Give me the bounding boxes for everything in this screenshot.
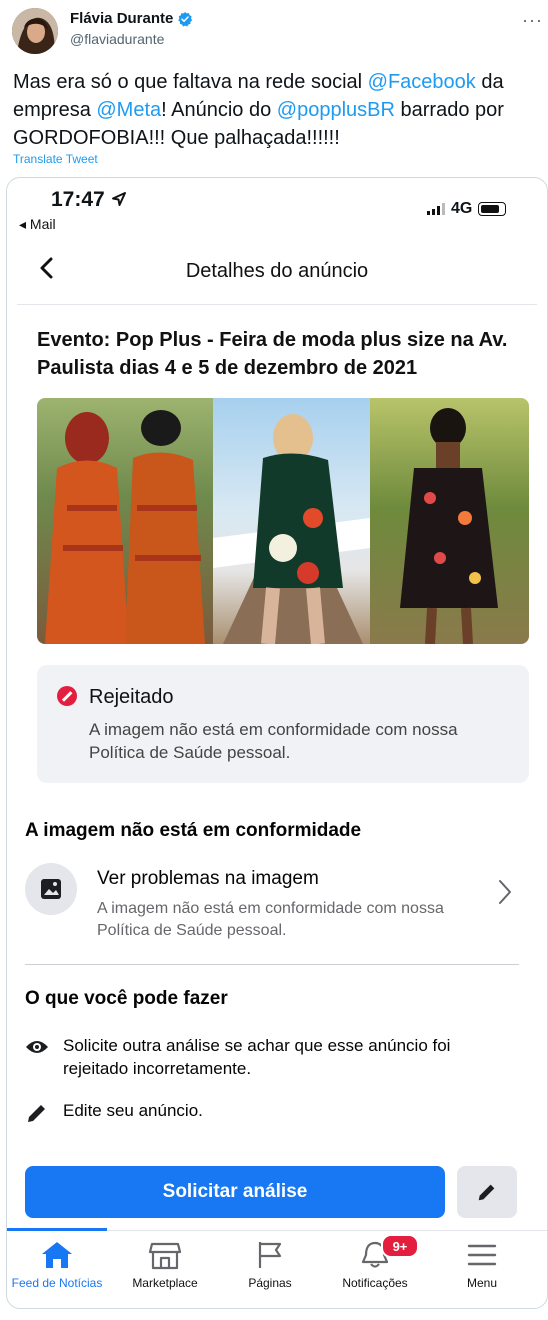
mention-facebook[interactable]: @Facebook (368, 71, 476, 93)
action-edit-ad-text: Edite seu anúncio. (63, 1101, 203, 1120)
ad-photo-two-women-orange-dresses (37, 398, 213, 644)
tweet-text-part: ! Anúncio do (161, 99, 277, 121)
tweet-text-part: Mas era só o que faltava na rede social (13, 71, 368, 93)
back-to-mail-link[interactable]: ◂ Mail (19, 216, 56, 233)
flag-icon (258, 1242, 282, 1268)
hamburger-menu-icon (467, 1244, 497, 1266)
avatar-image (12, 8, 58, 54)
ad-image-collage[interactable] (37, 398, 529, 644)
more-options-icon[interactable]: ··· (522, 10, 543, 31)
active-tab-indicator (7, 1228, 107, 1231)
ad-title: Evento: Pop Plus - Feira de moda plus si… (37, 329, 508, 379)
signal-bars-icon (427, 203, 445, 215)
battery-icon (478, 202, 507, 216)
status-indicators: 4G (427, 200, 507, 218)
image-issue-icon (25, 863, 77, 915)
tweet-attached-image[interactable]: 17:47 ◂ Mail 4G Detalhes do anúncio Even… (6, 177, 548, 1309)
action-request-review-text: Solicite outra análise se achar que esse… (63, 1036, 451, 1078)
ad-photo-woman-floral-dress (213, 398, 370, 644)
ad-photo-woman-dark-floral-dress (370, 398, 529, 644)
nav-pages-label: Páginas (248, 1276, 292, 1290)
mention-meta[interactable]: @Meta (96, 99, 161, 121)
rejection-message: A imagem não está em conformidade com no… (89, 720, 458, 762)
author-name-row[interactable]: Flávia Durante (70, 10, 193, 27)
nav-menu-label: Menu (466, 1276, 498, 1290)
request-review-button[interactable]: Solicitar análise (25, 1166, 445, 1218)
chevron-right-icon[interactable] (497, 878, 513, 911)
pencil-icon (25, 1101, 49, 1130)
author-handle[interactable]: @flaviadurante (70, 31, 164, 47)
nav-marketplace[interactable]: Marketplace (115, 1240, 215, 1290)
edit-ad-button[interactable] (457, 1166, 517, 1218)
translate-tweet-link[interactable]: Translate Tweet (13, 152, 98, 166)
network-type: 4G (451, 200, 473, 217)
eye-icon (25, 1038, 49, 1061)
nav-feed-label: Feed de Notícias (11, 1276, 103, 1290)
home-icon (42, 1242, 72, 1268)
header-divider (17, 304, 537, 305)
section-divider (25, 964, 519, 965)
status-time-text: 17:47 (51, 188, 105, 211)
tweet-text: Mas era só o que faltava na rede social … (13, 68, 543, 152)
author-name[interactable]: Flávia Durante (70, 10, 173, 27)
location-arrow-icon (111, 192, 126, 206)
actions-section-title: O que você pode fazer (25, 988, 228, 1009)
nav-menu[interactable]: Menu (432, 1240, 532, 1290)
status-time: 17:47 (51, 188, 127, 212)
store-icon (148, 1242, 182, 1270)
rejected-status-icon (57, 686, 77, 706)
nav-marketplace-label: Marketplace (132, 1276, 198, 1290)
issue-section-title: A imagem não está em conformidade (25, 820, 362, 841)
rejection-status: Rejeitado (89, 686, 174, 708)
author-avatar[interactable] (12, 8, 58, 54)
pencil-icon (478, 1184, 495, 1201)
nav-pages[interactable]: Páginas (220, 1240, 320, 1290)
verified-badge-icon (178, 11, 193, 26)
notifications-badge: 9+ (381, 1234, 419, 1258)
view-image-problems-desc: A imagem não está em conformidade com no… (97, 900, 444, 939)
page-title: Detalhes do anúncio (185, 260, 369, 282)
view-image-problems-title[interactable]: Ver problemas na imagem (97, 868, 319, 890)
nav-notifications-label: Notificações (342, 1276, 408, 1290)
nav-feed[interactable]: Feed de Notícias (7, 1240, 107, 1290)
mention-popplusbr[interactable]: @popplusBR (277, 99, 395, 121)
